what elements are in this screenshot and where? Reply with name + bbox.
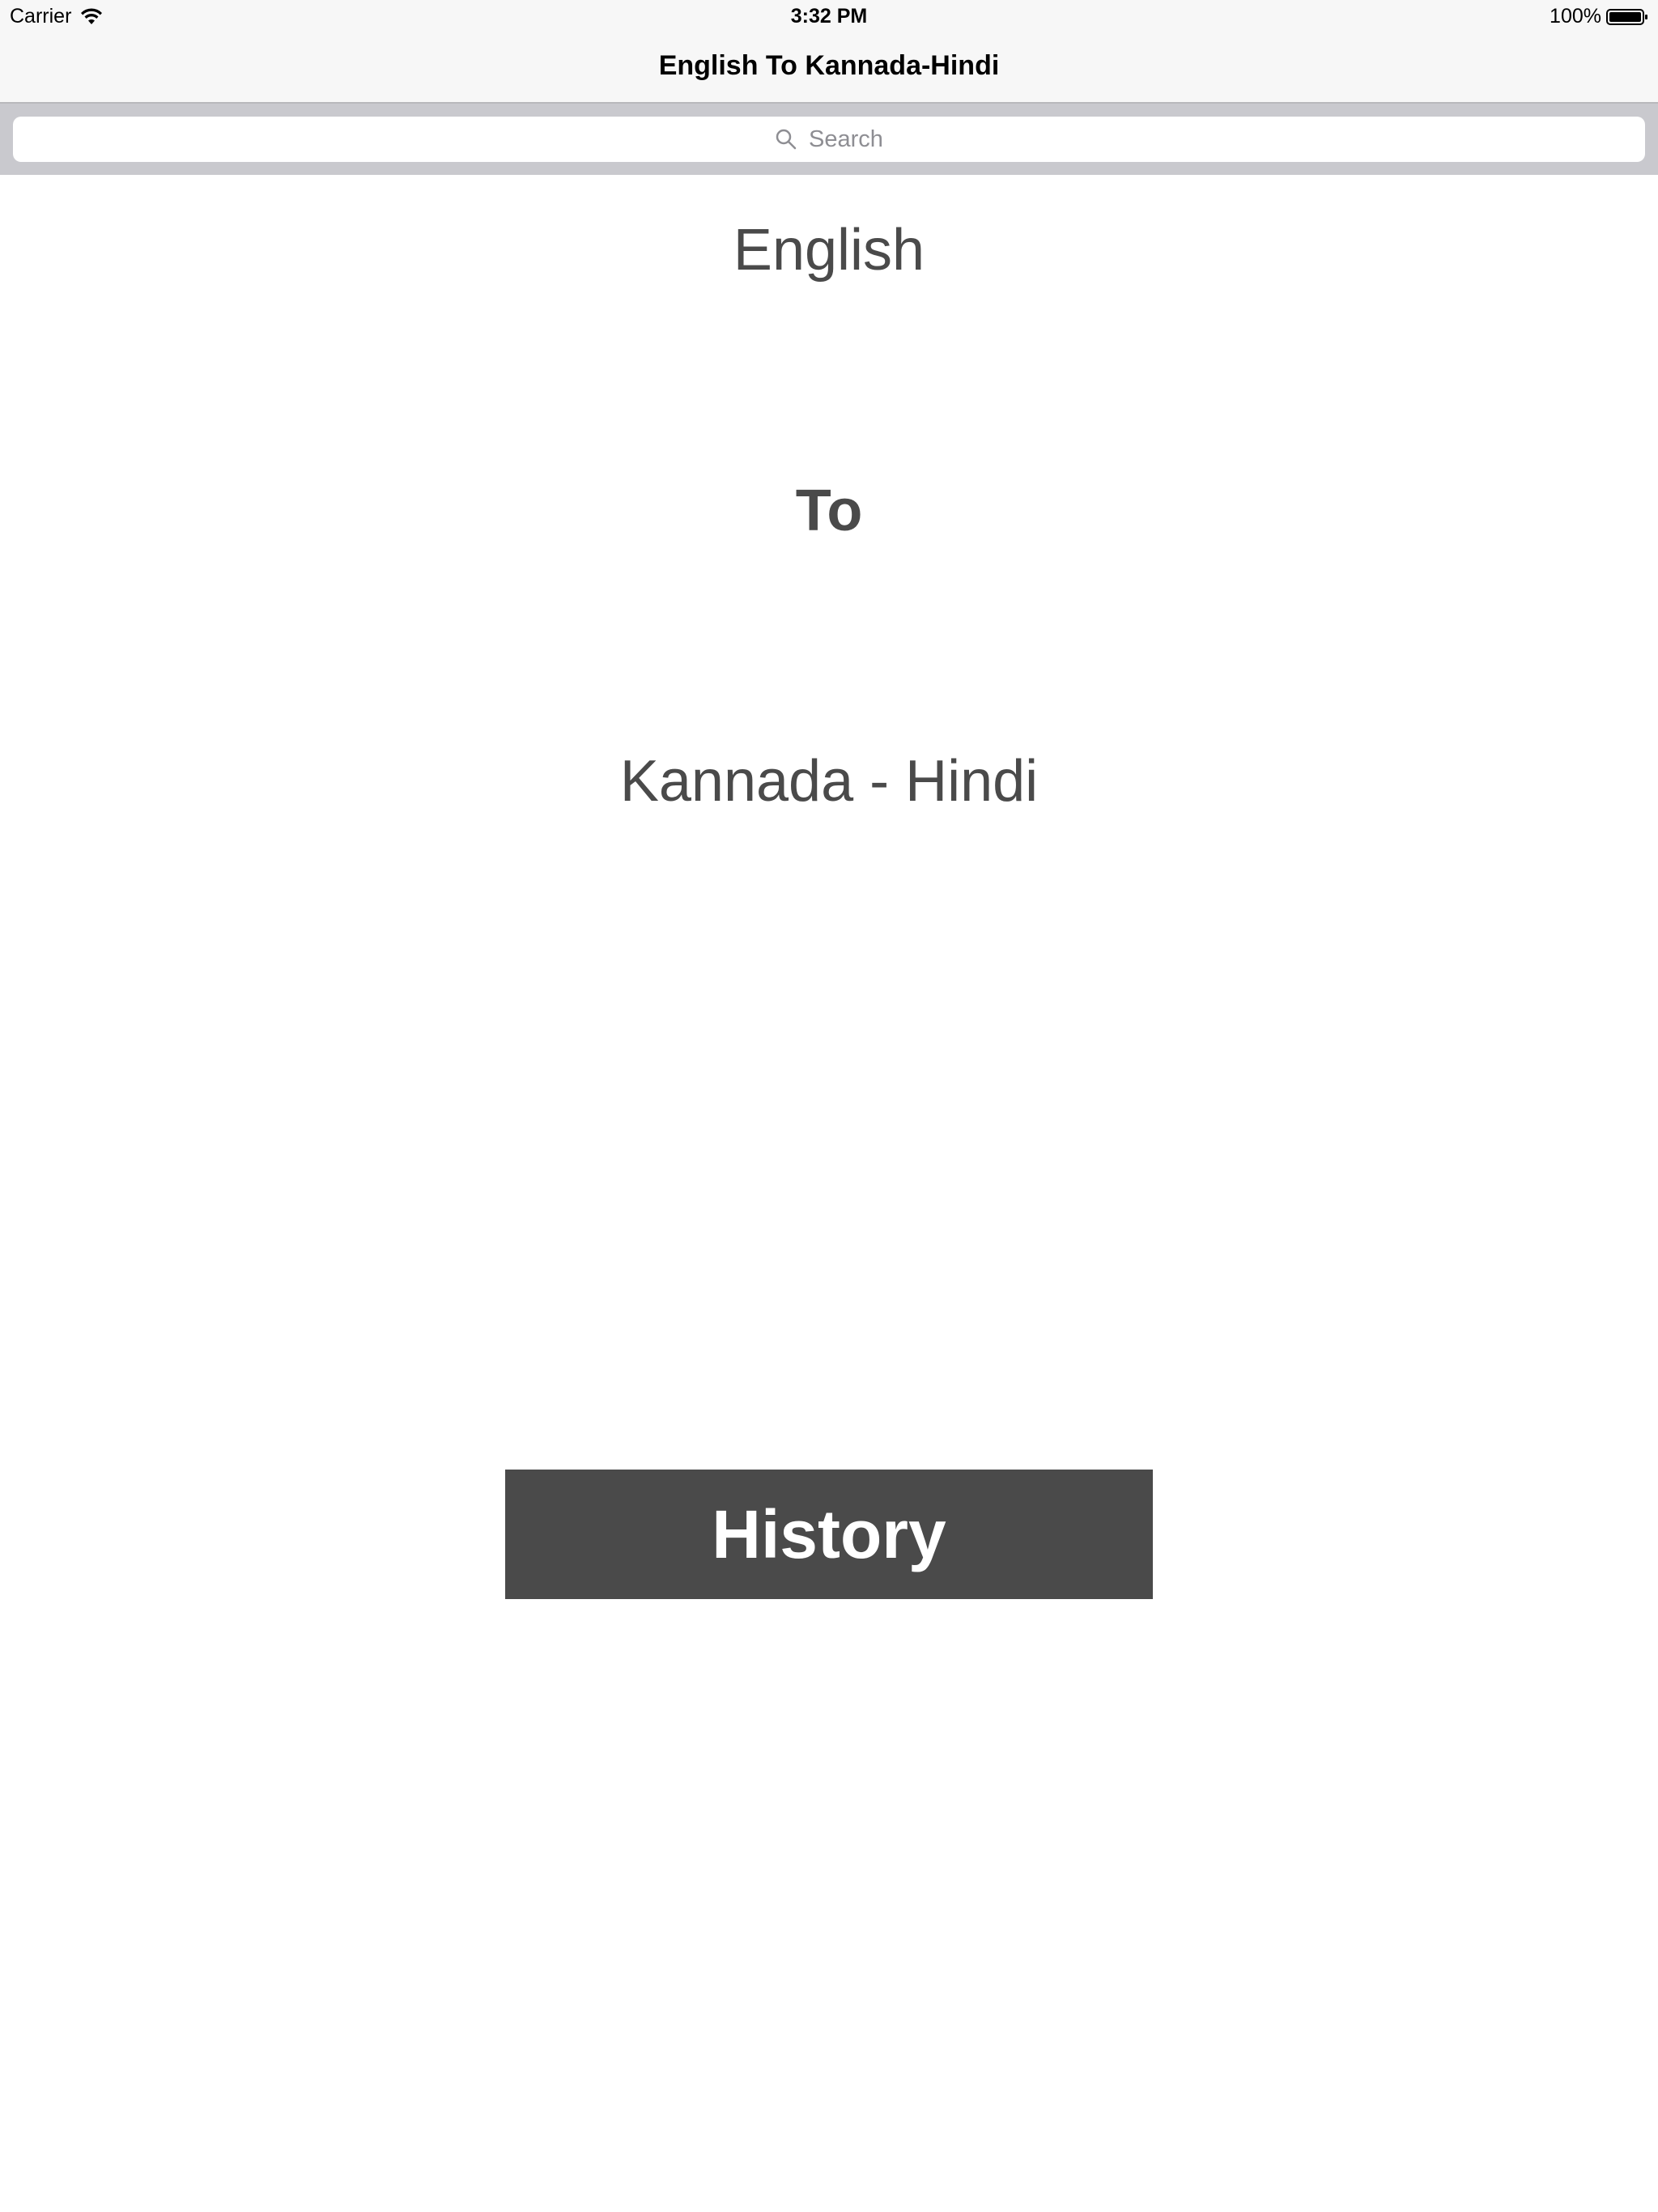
search-placeholder: Search [809, 125, 883, 152]
page-title: English To Kannada-Hindi [658, 50, 1000, 81]
search-icon [776, 129, 797, 150]
to-label: To [795, 479, 863, 543]
search-input[interactable]: Search [13, 117, 1645, 162]
source-language-label: English [733, 218, 925, 283]
status-bar: Carrier 3:32 PM 100% [0, 0, 1658, 32]
battery-percentage: 100% [1550, 5, 1601, 28]
history-button[interactable]: History [505, 1470, 1153, 1599]
status-battery-group: 100% [1550, 5, 1648, 28]
battery-icon [1606, 8, 1647, 25]
search-bar: Search [0, 104, 1658, 175]
status-time: 3:32 PM [790, 5, 868, 28]
navigation-bar: English To Kannada-Hindi [0, 32, 1658, 104]
target-language-label: Kannada - Hindi [619, 749, 1039, 814]
